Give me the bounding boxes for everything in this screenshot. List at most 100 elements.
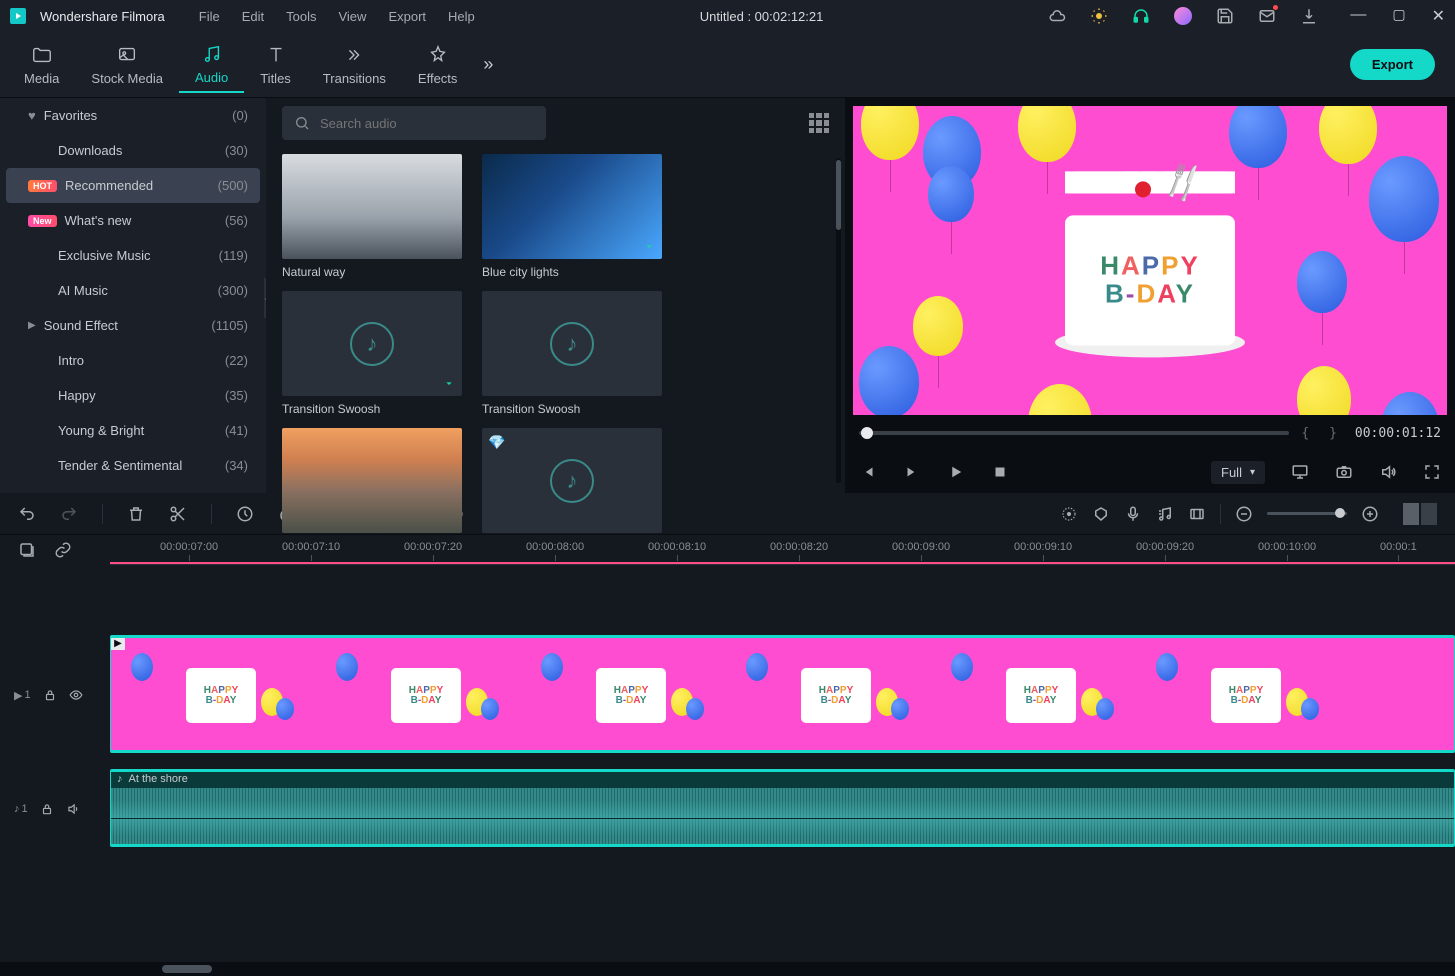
music-note-icon: ♪ [550,459,594,503]
next-frame-icon[interactable] [903,463,921,481]
preview-panel: HAPPY B-DAY 🍴 { } 00:00:01:12 Full▾ [845,98,1455,493]
tab-titles[interactable]: Titles [244,38,307,92]
snapshot-icon[interactable] [1335,463,1353,481]
sidebar-item-sound-effect[interactable]: ▶Sound Effect(1105) [0,308,266,343]
audio-card[interactable]: Natural way [282,154,462,279]
avatar-icon[interactable] [1174,7,1192,25]
grid-view-icon[interactable] [809,113,829,133]
close-icon[interactable]: ✕ [1432,6,1445,26]
play-icon[interactable] [947,463,965,481]
audio-card-label: Transition Swoosh [282,402,462,416]
lock-icon[interactable] [40,802,54,816]
menu-help[interactable]: Help [448,9,475,24]
download-arrow-icon[interactable] [441,375,457,391]
redo-icon[interactable] [60,505,78,523]
timeline-view-toggle[interactable] [1403,503,1437,525]
zoom-in-icon[interactable] [1361,505,1379,523]
tab-audio[interactable]: Audio [179,37,244,93]
lightbulb-icon[interactable] [1090,7,1108,25]
timeline-ruler[interactable]: 00:00:07:0000:00:07:1000:00:07:2000:00:0… [110,535,1455,565]
audio-card[interactable]: ♪Transition Swoosh [482,291,662,416]
fullscreen-icon[interactable] [1423,463,1441,481]
download-icon[interactable] [1300,7,1318,25]
stop-icon[interactable] [991,463,1009,481]
zoom-slider[interactable] [1267,512,1347,515]
timeline-hscroll[interactable] [0,962,1455,976]
marker-icon[interactable] [1092,505,1110,523]
scrub-track[interactable] [859,431,1289,435]
prev-frame-icon[interactable] [859,463,877,481]
sidebar-item-favorites[interactable]: ♥Favorites(0) [0,98,266,133]
zoom-out-icon[interactable] [1235,505,1253,523]
audio-thumb[interactable]: ♪ [282,291,462,396]
render-icon[interactable] [1060,505,1078,523]
sidebar-item-ai-music[interactable]: AI Music(300) [0,273,266,308]
sidebar-item-tender[interactable]: Tender & Sentimental(34) [0,448,266,483]
menu-export[interactable]: Export [388,9,426,24]
audio-card[interactable] [282,428,462,533]
audio-thumb[interactable]: ♪💎 [482,428,662,533]
sidebar-item-intro[interactable]: Intro(22) [0,343,266,378]
audio-thumb[interactable] [482,154,662,259]
save-icon[interactable] [1216,7,1234,25]
audio-thumb[interactable] [282,428,462,533]
track-add-icon[interactable] [18,541,36,559]
undo-icon[interactable] [18,505,36,523]
volume-icon[interactable] [1379,463,1397,481]
split-icon[interactable] [169,505,187,523]
ruler-tick: 00:00:10:00 [1258,541,1316,561]
audio-card[interactable]: Blue city lights [482,154,662,279]
tab-effects[interactable]: Effects [402,38,474,92]
export-button[interactable]: Export [1350,49,1435,80]
tab-stock-media[interactable]: Stock Media [75,38,179,92]
voiceover-icon[interactable] [1124,505,1142,523]
sidebar-item-downloads[interactable]: Downloads(30) [0,133,266,168]
audio-card[interactable]: ♪💎 [482,428,662,533]
video-clip[interactable]: ▶ HAPPYB-DAYHAPPYB-DAYHAPPYB-DAYHAPPYB-D… [110,635,1455,753]
search-input[interactable] [320,116,534,131]
aspect-icon[interactable] [1188,505,1206,523]
sidebar-item-happy[interactable]: Happy(35) [0,378,266,413]
menu-view[interactable]: View [338,9,366,24]
search-box[interactable] [282,106,546,140]
audio-sidebar: ♥Favorites(0) Downloads(30) HOTRecommend… [0,98,266,493]
titlebar-actions [1048,7,1318,25]
download-arrow-icon[interactable] [641,238,657,254]
audio-clip[interactable]: ♪At the shore [110,769,1455,847]
quality-select[interactable]: Full▾ [1211,461,1265,484]
tab-transitions[interactable]: Transitions [307,38,402,92]
menu-edit[interactable]: Edit [242,9,264,24]
cloud-icon[interactable] [1048,7,1066,25]
scrub-thumb[interactable] [861,427,873,439]
tabs-more-icon[interactable]: » [483,54,493,75]
menu-file[interactable]: File [199,9,220,24]
maximize-icon[interactable]: ▢ [1392,6,1405,26]
mail-icon[interactable] [1258,7,1276,25]
preview-timecode: 00:00:01:12 [1355,426,1441,441]
preview-cake-graphic: HAPPY B-DAY 🍴 [1050,185,1250,365]
speed-icon[interactable] [236,505,254,523]
eye-icon[interactable] [69,688,83,702]
link-icon[interactable] [54,541,72,559]
headphones-icon[interactable] [1132,7,1150,25]
sidebar-item-recommended[interactable]: HOTRecommended(500) [6,168,260,203]
monitor-icon[interactable] [1291,463,1309,481]
delete-icon[interactable] [127,505,145,523]
marker-brackets[interactable]: { } [1301,426,1342,441]
sidebar-item-whats-new[interactable]: NewWhat's new(56) [0,203,266,238]
audio-thumb[interactable]: ♪ [482,291,662,396]
tab-media[interactable]: Media [8,38,75,92]
heart-icon: ♥ [28,108,36,123]
tab-media-label: Media [24,71,59,86]
speaker-icon[interactable] [66,802,80,816]
hscroll-thumb[interactable] [162,965,212,973]
audio-card[interactable]: ♪ Transition Swoosh [282,291,462,416]
sidebar-item-exclusive-music[interactable]: Exclusive Music(119) [0,238,266,273]
minimize-icon[interactable]: — [1350,6,1366,26]
gallery-scrollbar[interactable] [836,158,841,483]
audio-thumb[interactable] [282,154,462,259]
sidebar-item-young-bright[interactable]: Young & Bright(41) [0,413,266,448]
mixer-icon[interactable] [1156,505,1174,523]
lock-icon[interactable] [43,688,57,702]
menu-tools[interactable]: Tools [286,9,316,24]
